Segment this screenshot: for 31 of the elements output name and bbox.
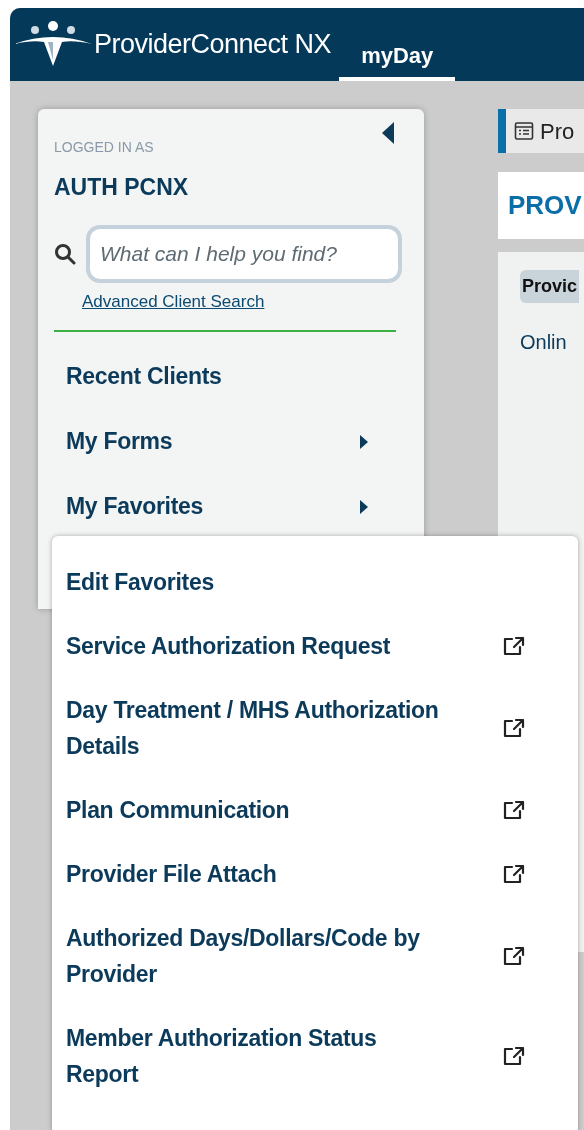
favorites-item[interactable]: Edit Favorites [52, 550, 578, 614]
caret-icon [360, 499, 368, 514]
provider-chip[interactable]: Provic [520, 270, 580, 303]
external-link-icon [502, 635, 526, 657]
content-tab[interactable]: Pro [498, 109, 584, 153]
external-link-icon [502, 863, 526, 885]
external-link-icon [502, 799, 526, 821]
advanced-search-link[interactable]: Advanced Client Search [82, 291, 265, 311]
search-field[interactable]: What can I help you find? [86, 224, 402, 283]
logged-in-label: LOGGED IN AS [54, 138, 155, 157]
caret-icon [360, 434, 368, 449]
header-tab[interactable]: myDay [339, 33, 456, 81]
favorites-item[interactable]: Authorized Days/Dollars/Code by Provider [52, 906, 578, 1006]
page-title: PROV [498, 172, 584, 239]
favorites-item[interactable]: Provider File Attach [52, 842, 578, 906]
app-name: ProviderConnect NX [94, 28, 332, 62]
external-link-icon [502, 717, 526, 739]
user-name: AUTH PCNX [54, 173, 190, 202]
favorites-item[interactable]: Plan Communication [52, 778, 578, 842]
status-text: Onlin [520, 330, 567, 355]
external-link-icon [502, 1045, 526, 1067]
favorites-item[interactable]: Day Treatment / MHS Authorization Details [52, 678, 578, 778]
favorites-item[interactable]: Member Authorization Status Report [52, 1006, 578, 1106]
favorites-item[interactable]: Service Authorization Request [52, 614, 578, 678]
external-link-icon [502, 945, 526, 967]
sidebar-menu-item[interactable]: Recent Clients [54, 344, 408, 409]
form-icon [514, 121, 534, 141]
collapse-caret-icon[interactable] [382, 122, 394, 144]
search-icon [54, 242, 76, 265]
sidebar-menu-item[interactable]: My Forms [54, 409, 408, 474]
sidebar-menu-item[interactable]: My Favorites [54, 474, 408, 539]
